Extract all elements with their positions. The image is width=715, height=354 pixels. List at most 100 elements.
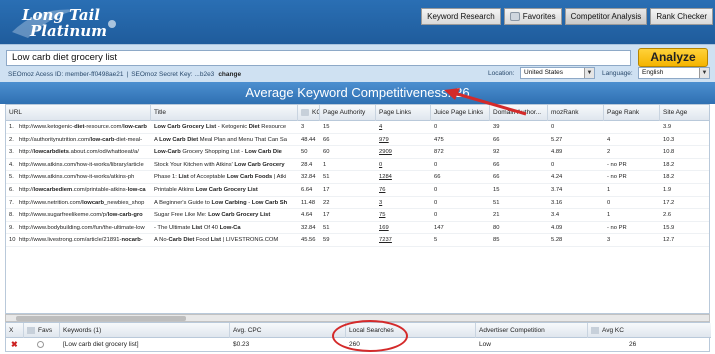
pl-cell[interactable]: 2909	[376, 146, 431, 159]
title-cell: A Beginner's Guide to Low Carbing - Low …	[154, 199, 288, 206]
title-cell: - The Ultimate List Of 40 Low-Ca	[154, 224, 241, 231]
tab-competitor-analysis[interactable]: Competitor Analysis	[564, 8, 648, 25]
col-page-links[interactable]: Page Links	[376, 105, 431, 121]
table-row[interactable]: 8. http://www.sugarfreelikeme.com/p/low-c…	[6, 209, 709, 222]
pa-cell: 51	[323, 224, 330, 231]
url-cell[interactable]: http://www.atkins.com/how-it-works/libra…	[16, 159, 151, 172]
table-row[interactable]: 2. http://authoritynutrition.com/low-carb…	[6, 134, 709, 147]
title-cell: Printable Atkins Low Carb Grocery List	[154, 187, 258, 193]
title-cell: Low-Carb Grocery Shopping List - Low Car…	[154, 149, 282, 156]
url-cell[interactable]: http://www.bodybuilding.com/fun/the-ulti…	[16, 222, 151, 235]
n-cell: 1.	[9, 124, 14, 130]
app-logo: Long Tail Platinum	[8, 2, 158, 42]
table-row[interactable]: 3. http://lowcarbdiets.about.com/od/whatt…	[6, 146, 709, 159]
pr-cell: - no PR	[607, 224, 627, 231]
url-cell[interactable]: http://lowcarbdiets.about.com/od/whattoe…	[16, 146, 151, 159]
col-url[interactable]: URL	[6, 105, 151, 121]
pa-cell: 17	[323, 212, 330, 219]
kc-cell: 45.56	[301, 237, 316, 244]
tab-keyword-research[interactable]: Keyword Research	[421, 8, 501, 25]
table-row[interactable]: 7. http://www.netrition.com/lowcarb_newbi…	[6, 197, 709, 210]
jpl-cell: 872	[434, 149, 444, 156]
da-cell: 66	[493, 136, 500, 143]
table-row[interactable]: 9. http://www.bodybuilding.com/fun/the-ul…	[6, 222, 709, 235]
pl-cell[interactable]: 7237	[376, 234, 431, 247]
pl-cell[interactable]: 76	[376, 184, 431, 197]
sort-icon	[27, 326, 35, 334]
col-favs: Favs	[24, 323, 60, 338]
pl-cell[interactable]: 1284	[376, 171, 431, 184]
table-row[interactable]: 1. http://www.ketogenic-diet-resource.com…	[6, 121, 709, 134]
language-label: Language:	[602, 70, 633, 77]
favorites-icon	[509, 12, 520, 21]
col-mozrank[interactable]: mozRank	[548, 105, 604, 121]
age-cell: 1.9	[663, 187, 672, 193]
mr-cell: 3.16	[551, 199, 563, 206]
col-avg-kc[interactable]: Avg KC	[588, 323, 711, 338]
pr-cell: 2	[607, 149, 611, 156]
keyword-search-input[interactable]: Low carb diet grocery list	[6, 50, 631, 66]
pl-cell[interactable]: 3	[376, 197, 431, 210]
col-delete: X	[6, 323, 24, 338]
mr-cell: 4.24	[551, 174, 563, 181]
jpl-cell: 0	[434, 161, 438, 168]
col-page-authority[interactable]: Page Authority	[320, 105, 376, 121]
table-row[interactable]: 10.http://www.livestrong.com/article/218…	[6, 234, 709, 247]
pl-cell[interactable]: 4	[376, 121, 431, 134]
n-cell: 3.	[9, 149, 14, 156]
url-cell[interactable]: http://www.netrition.com/lowcarb_newbies…	[16, 197, 151, 210]
annotation-ellipse	[332, 320, 408, 352]
favorite-toggle[interactable]	[34, 338, 44, 351]
pl-cell[interactable]: 979	[376, 134, 431, 147]
kc-cell: 6.64	[301, 187, 313, 193]
url-cell[interactable]: http://www.sugarfreelikeme.com/p/low-car…	[16, 209, 151, 222]
table-row[interactable]: 5. http://www.atkins.com/how-it-works/atk…	[6, 171, 709, 184]
kc-cell: 4.64	[301, 212, 313, 219]
app-header: Long Tail Platinum Keyword Research Favo…	[0, 0, 715, 44]
pa-cell: 51	[323, 174, 330, 181]
pl-cell[interactable]: 0	[376, 159, 431, 172]
location-select[interactable]: United States ▼	[520, 67, 595, 79]
col-kc[interactable]: KC	[298, 105, 320, 121]
search-panel: Low carb diet grocery list Analyze SEOmo…	[0, 44, 715, 82]
location-label: Location:	[488, 70, 515, 77]
col-title[interactable]: Title	[151, 105, 298, 121]
logo-graphic: Long Tail Platinum	[12, 6, 116, 40]
delete-keyword-icon[interactable]: ✖	[8, 338, 18, 351]
pl-cell[interactable]: 169	[376, 222, 431, 235]
analyze-button[interactable]: Analyze	[638, 48, 708, 67]
table-row[interactable]: 6. http://lowcarbediem.com/printable-atki…	[6, 184, 709, 197]
url-cell[interactable]: http://lowcarbediem.com/printable-atkins…	[16, 184, 151, 197]
pa-cell: 22	[323, 199, 330, 206]
pa-cell: 60	[323, 149, 330, 156]
url-cell[interactable]: http://www.livestrong.com/article/21891-…	[16, 234, 151, 247]
col-keywords[interactable]: Keywords (1)	[60, 323, 230, 338]
n-cell: 10.	[9, 237, 16, 244]
pr-cell: 0	[607, 199, 611, 206]
tab-rank-checker[interactable]: Rank Checker	[650, 8, 713, 25]
chevron-down-icon: ▼	[699, 68, 709, 78]
scrollbar-thumb[interactable]	[16, 316, 186, 321]
age-cell: 10.8	[663, 149, 675, 156]
tab-favorites[interactable]: Favorites	[503, 8, 562, 25]
favorite-radio-icon	[37, 340, 44, 348]
results-header: URL Title KC Page Authority Page Links J…	[6, 105, 709, 121]
sort-icon	[301, 108, 309, 116]
language-select[interactable]: English ▼	[638, 67, 710, 79]
col-page-rank[interactable]: Page Rank	[604, 105, 660, 121]
col-site-age[interactable]: Site Age	[660, 105, 709, 121]
change-credentials-link[interactable]: change	[218, 71, 241, 78]
pa-cell: 17	[323, 187, 330, 193]
seomoz-secret-key: SEOmoz Secret Key: ...b2e3	[131, 71, 215, 78]
pl-cell[interactable]: 75	[376, 209, 431, 222]
title-cell: Low Carb Grocery List - Ketogenic Diet R…	[154, 124, 287, 130]
url-cell[interactable]: http://authoritynutrition.com/low-carb-d…	[16, 134, 151, 147]
url-cell[interactable]: http://www.ketogenic-diet-resource.com/l…	[16, 121, 151, 134]
col-avg-cpc[interactable]: Avg. CPC	[230, 323, 346, 338]
url-cell[interactable]: http://www.atkins.com/how-it-works/atkin…	[16, 171, 151, 184]
age-cell: 10.3	[663, 136, 675, 143]
table-row[interactable]: 4. http://www.atkins.com/how-it-works/lib…	[6, 159, 709, 172]
avg-competitiveness-label: Average Keyword Competitiveness:	[245, 85, 452, 100]
kc-cell: 50	[301, 149, 308, 156]
col-advertiser-competition[interactable]: Advertiser Competition	[476, 323, 588, 338]
